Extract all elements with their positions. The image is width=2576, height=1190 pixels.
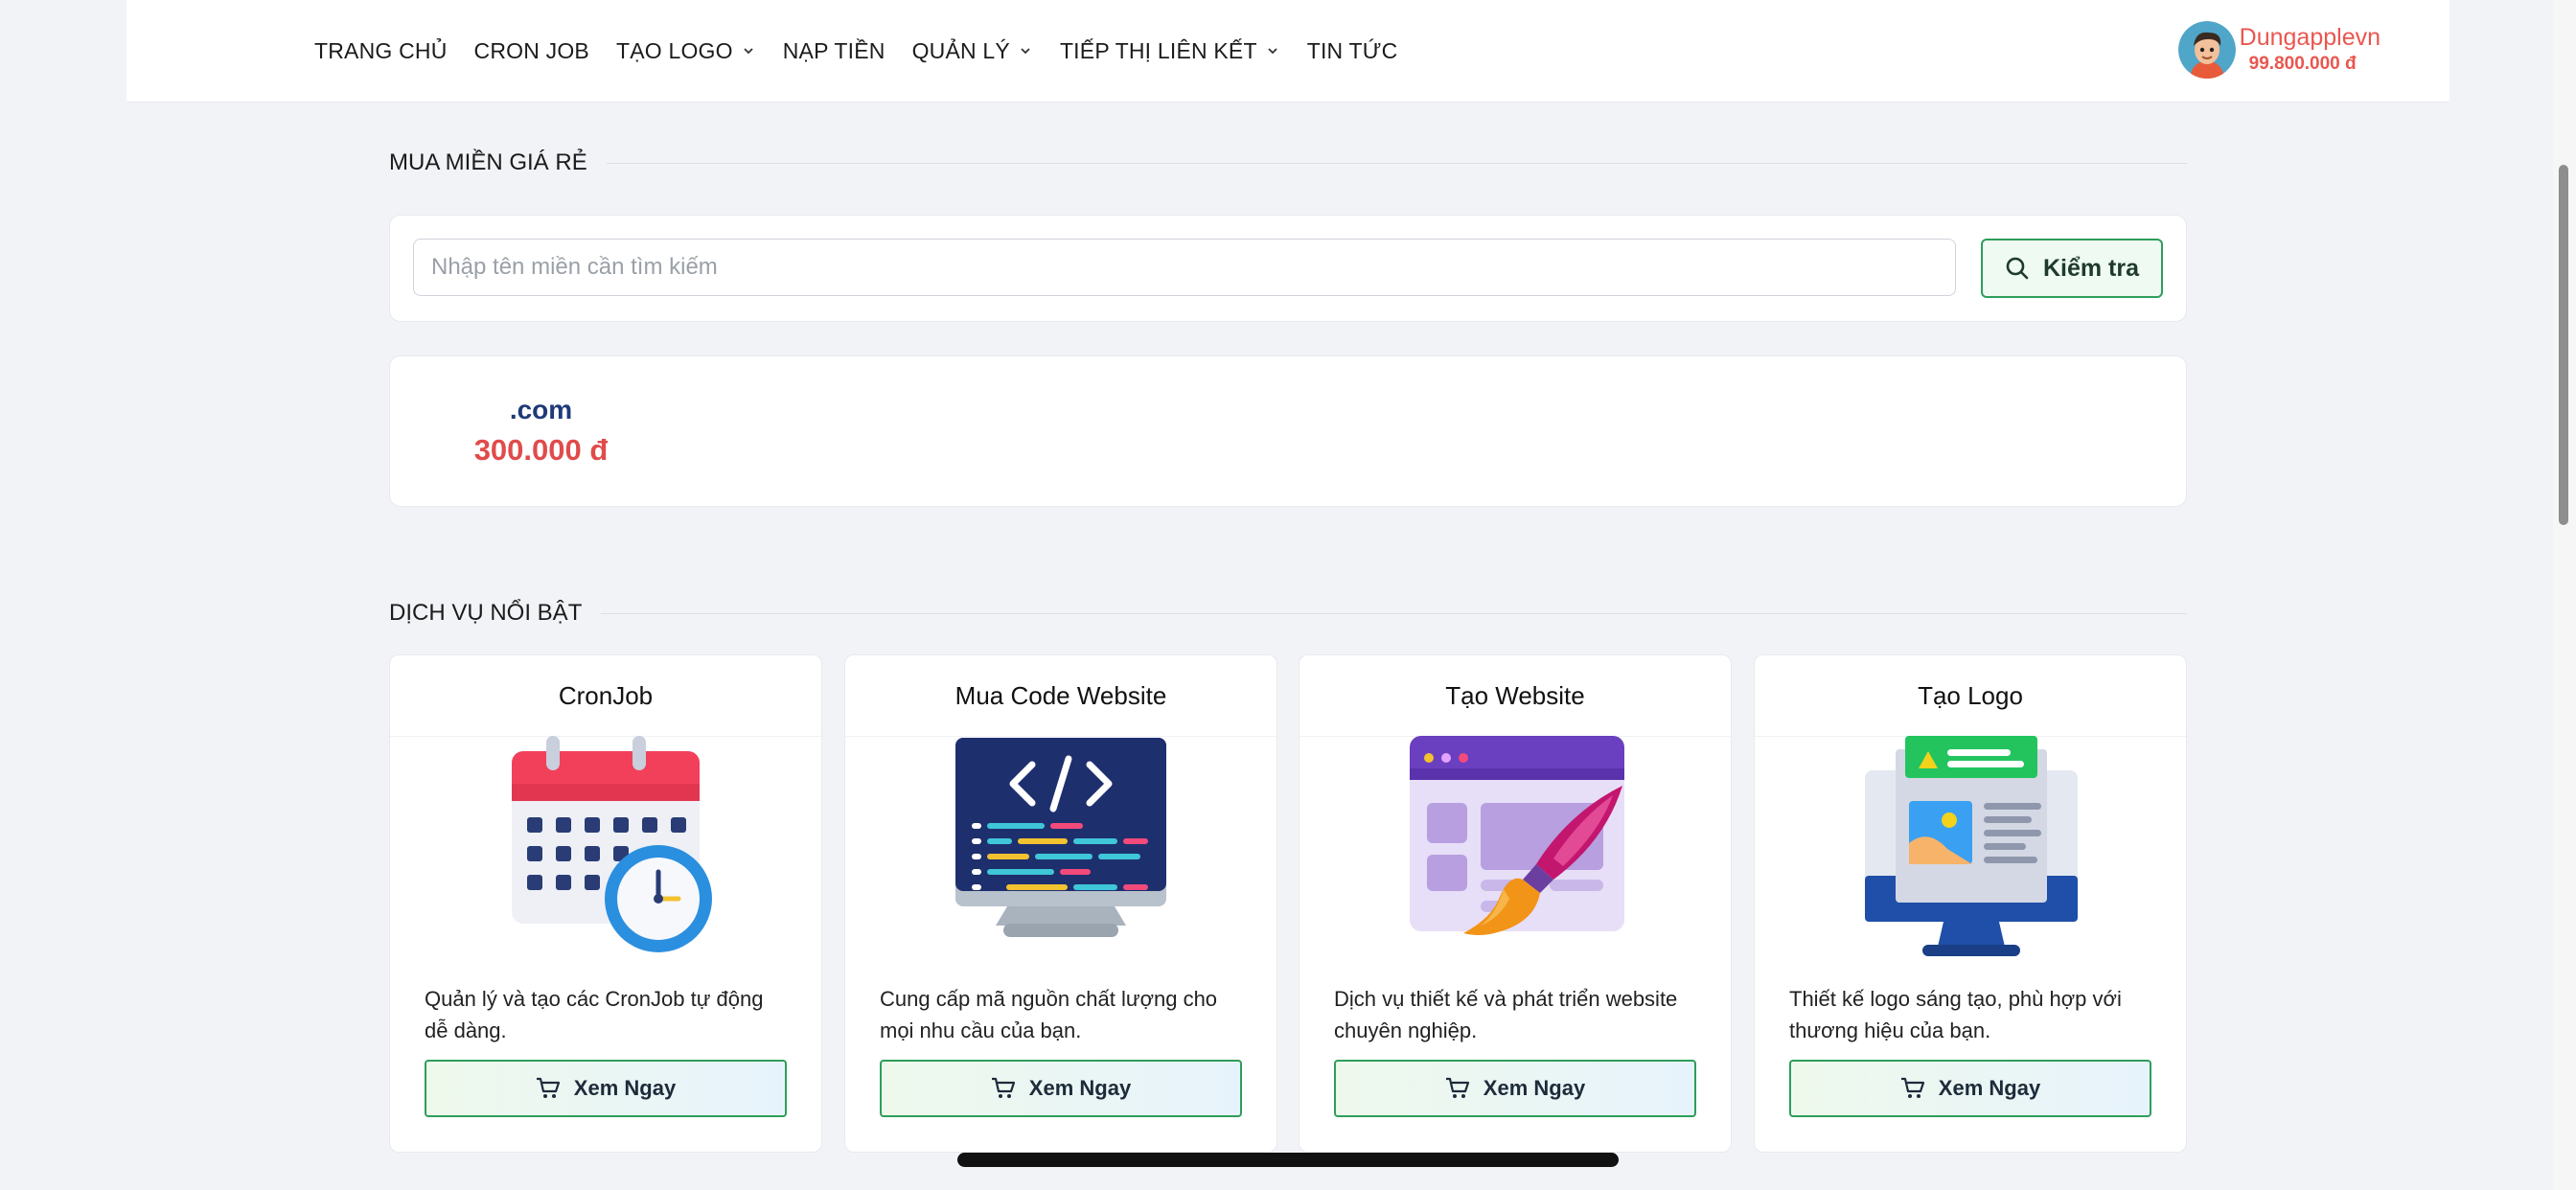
avatar-image	[2177, 21, 2236, 79]
menu-label: QUẢN LÝ	[911, 37, 1010, 63]
menu-item-home[interactable]: TRANG CHỦ	[314, 38, 448, 64]
button-label: Xem Ngay	[573, 1076, 677, 1100]
service-card-buy-code: Mua Code Website Cung cấp mã nguồn chất …	[844, 654, 1277, 1153]
view-now-button[interactable]: Xem Ngay	[1334, 1060, 1696, 1117]
top-navbar: TRANG CHỦ CRON JOB TẠO LOGO NẠP TIỀN QUẢ…	[126, 0, 2450, 103]
menu-label: NẠP TIỀN	[782, 37, 886, 63]
domain-section-title: MUA MIỀN GIÁ RẺ	[389, 149, 2187, 176]
service-title: Mua Code Website	[845, 655, 1276, 737]
menu-item-manage[interactable]: QUẢN LÝ	[912, 38, 1033, 64]
menu-item-cron-job[interactable]: CRON JOB	[474, 38, 589, 64]
service-description: Quản lý và tạo các CronJob tự động dễ dà…	[425, 987, 764, 1042]
menu-label: CRON JOB	[473, 37, 589, 63]
calendar-clock-icon	[512, 736, 712, 952]
chevron-down-icon	[1268, 48, 1277, 55]
main-menu: TRANG CHỦ CRON JOB TẠO LOGO NẠP TIỀN QUẢ…	[314, 0, 1397, 102]
service-title: Tạo Website	[1300, 655, 1731, 737]
scrollbar-thumb[interactable]	[2559, 165, 2568, 525]
section-heading: MUA MIỀN GIÁ RẺ	[389, 149, 587, 175]
service-title: Tạo Logo	[1755, 655, 2186, 737]
services-section-title: DỊCH VỤ NỔI BẬT	[389, 600, 2187, 627]
divider	[606, 162, 2187, 164]
button-label: Xem Ngay	[1938, 1076, 2041, 1100]
menu-item-affiliate[interactable]: TIẾP THỊ LIÊN KẾT	[1060, 38, 1280, 64]
logo-design-monitor-icon	[1865, 736, 2078, 956]
cart-icon	[991, 1077, 1015, 1098]
menu-label: TIN TỨC	[1306, 37, 1398, 63]
user-balance: 99.800.000 đ	[2248, 54, 2357, 74]
code-monitor-icon	[955, 738, 1166, 937]
view-now-button[interactable]: Xem Ngay	[1789, 1060, 2151, 1117]
menu-item-create-logo[interactable]: TẠO LOGO	[616, 38, 756, 64]
user-account[interactable]: Dungapplevn 99.800.000 đ	[2177, 21, 2380, 79]
cart-icon	[1900, 1077, 1924, 1098]
button-label: Xem Ngay	[1028, 1076, 1132, 1100]
avatar[interactable]	[2177, 21, 2236, 79]
domain-search-input[interactable]	[413, 239, 1956, 296]
service-description: Thiết kế logo sáng tạo, phù hợp với thươ…	[1789, 987, 2122, 1042]
service-description: Dịch vụ thiết kế và phát triển website c…	[1334, 987, 1678, 1042]
button-label: Xem Ngay	[1483, 1076, 1586, 1100]
domain-extension: .com	[509, 395, 573, 424]
view-now-button[interactable]: Xem Ngay	[425, 1060, 787, 1117]
divider	[601, 612, 2187, 614]
cart-icon	[1445, 1077, 1469, 1098]
web-design-brush-icon	[1410, 736, 1624, 935]
check-domain-button[interactable]: Kiểm tra	[1981, 239, 2163, 298]
service-card-create-website: Tạo Website Dịch vụ thiết kế và phát tri…	[1299, 654, 1732, 1153]
chevron-down-icon	[744, 48, 753, 55]
menu-label: TIẾP THỊ LIÊN KẾT	[1059, 37, 1257, 63]
menu-label: TẠO LOGO	[615, 37, 733, 63]
service-card-create-logo: Tạo Logo Thiết kế logo sáng tạo, phù hợp…	[1754, 654, 2187, 1153]
view-now-button[interactable]: Xem Ngay	[880, 1060, 1242, 1117]
button-label: Kiểm tra	[2042, 254, 2140, 282]
menu-item-top-up[interactable]: NẠP TIỀN	[783, 38, 886, 64]
home-indicator	[957, 1153, 1619, 1167]
domain-price-card: .com 300.000 đ	[389, 355, 2187, 507]
domain-price: 300.000 đ	[473, 433, 609, 467]
service-card-cronjob: CronJob Quản lý và tạo các CronJob tự độ…	[389, 654, 822, 1153]
menu-item-news[interactable]: TIN TỨC	[1307, 38, 1398, 64]
user-name[interactable]: Dungapplevn	[2240, 23, 2380, 52]
service-description: Cung cấp mã nguồn chất lượng cho mọi nhu…	[880, 987, 1218, 1042]
cart-icon	[536, 1077, 560, 1098]
search-icon	[2006, 257, 2029, 280]
domain-search-card: Kiểm tra	[389, 215, 2187, 322]
service-title: CronJob	[390, 655, 821, 737]
chevron-down-icon	[1021, 48, 1030, 55]
menu-label: TRANG CHỦ	[314, 37, 448, 63]
section-heading: DỊCH VỤ NỔI BẬT	[389, 600, 583, 626]
